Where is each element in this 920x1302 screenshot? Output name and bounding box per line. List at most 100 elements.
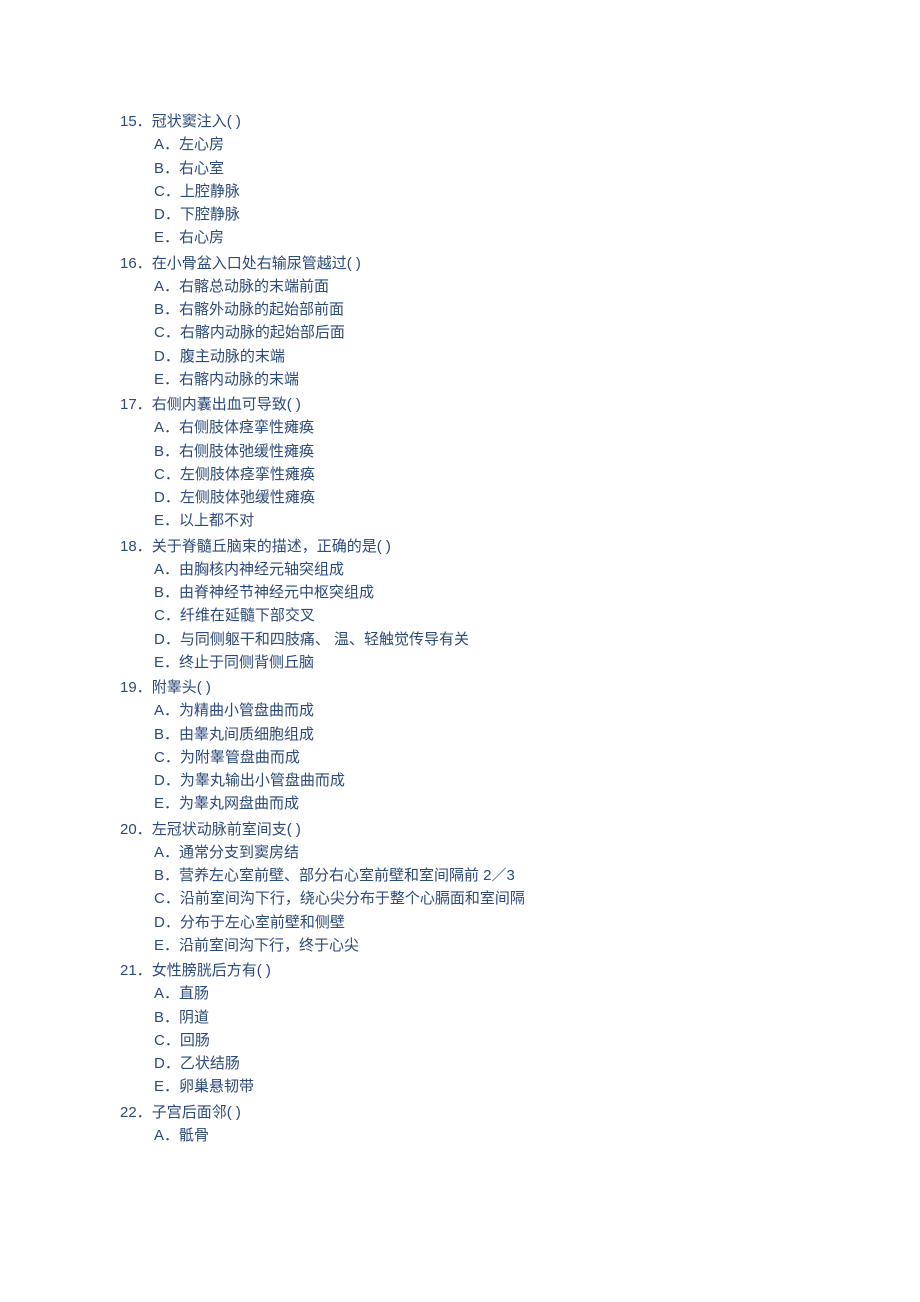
option-letter: E． — [154, 229, 179, 246]
option: A．左心房 — [154, 133, 920, 156]
option-text: 左心房 — [179, 136, 224, 153]
option-letter: D． — [154, 631, 180, 648]
question-stem: 18．关于脊髓丘脑束的描述，正确的是( ) — [120, 535, 920, 558]
option-text: 营养左心室前壁、部分右心室前壁和室间隔前 2／3 — [179, 867, 515, 884]
question-number: 15． — [120, 113, 152, 130]
option-letter: B． — [154, 1009, 179, 1026]
option-text: 为睾丸输出小管盘曲而成 — [180, 772, 345, 789]
option-text: 回肠 — [180, 1032, 210, 1049]
option-letter: E． — [154, 654, 179, 671]
option-letter: D． — [154, 772, 180, 789]
option: D．左侧肢体弛缓性瘫痪 — [154, 486, 920, 509]
question-number: 20． — [120, 821, 152, 838]
option: A．骶骨 — [154, 1124, 920, 1147]
exam-page: 15．冠状窦注入( )A．左心房B．右心室C．上腔静脉D．下腔静脉E．右心房16… — [0, 0, 920, 1302]
question-text: 在小骨盆入口处右输尿管越过( ) — [152, 255, 361, 272]
option-text: 阴道 — [179, 1009, 209, 1026]
question-text: 右侧内囊出血可导致( ) — [152, 396, 301, 413]
question-stem: 19．附睾头( ) — [120, 676, 920, 699]
option-text: 以上都不对 — [179, 512, 254, 529]
question: 17．右侧内囊出血可导致( )A．右侧肢体痉挛性瘫痪B．右侧肢体弛缓性瘫痪C．左… — [120, 393, 920, 533]
option-text: 右侧肢体痉挛性瘫痪 — [179, 419, 314, 436]
options-list: A．右髂总动脉的末端前面B．右髂外动脉的起始部前面C．右髂内动脉的起始部后面D．… — [120, 275, 920, 391]
options-list: A．左心房B．右心室C．上腔静脉D．下腔静脉E．右心房 — [120, 133, 920, 249]
question-number: 21． — [120, 962, 152, 979]
question: 16．在小骨盆入口处右输尿管越过( )A．右髂总动脉的末端前面B．右髂外动脉的起… — [120, 252, 920, 392]
option: A．右侧肢体痉挛性瘫痪 — [154, 416, 920, 439]
option-text: 右髂总动脉的末端前面 — [179, 278, 329, 295]
option: D．为睾丸输出小管盘曲而成 — [154, 769, 920, 792]
option: C．为附睾管盘曲而成 — [154, 746, 920, 769]
option: A．为精曲小管盘曲而成 — [154, 699, 920, 722]
option-text: 与同侧躯干和四肢痛、 温、轻触觉传导有关 — [180, 631, 469, 648]
option-letter: E． — [154, 795, 179, 812]
option-text: 分布于左心室前壁和侧壁 — [180, 914, 345, 931]
options-list: A．骶骨 — [120, 1124, 920, 1147]
question: 21．女性膀胱后方有( )A．直肠B．阴道C．回肠D．乙状结肠E．卵巢悬韧带 — [120, 959, 920, 1099]
question-number: 16． — [120, 255, 152, 272]
option: D．乙状结肠 — [154, 1052, 920, 1075]
option: A．通常分支到窦房结 — [154, 841, 920, 864]
question: 18．关于脊髓丘脑束的描述，正确的是( )A．由胸核内神经元轴突组成B．由脊神经… — [120, 535, 920, 675]
question-stem: 22．子宫后面邻( ) — [120, 1101, 920, 1124]
option: A．右髂总动脉的末端前面 — [154, 275, 920, 298]
options-list: A．右侧肢体痉挛性瘫痪B．右侧肢体弛缓性瘫痪C．左侧肢体痉挛性瘫痪D．左侧肢体弛… — [120, 416, 920, 532]
option-letter: D． — [154, 206, 180, 223]
option-letter: A． — [154, 844, 179, 861]
question-stem: 21．女性膀胱后方有( ) — [120, 959, 920, 982]
question-text: 冠状窦注入( ) — [152, 113, 241, 130]
option-letter: B． — [154, 867, 179, 884]
option-letter: B． — [154, 160, 179, 177]
option-letter: E． — [154, 512, 179, 529]
options-list: A．通常分支到窦房结B．营养左心室前壁、部分右心室前壁和室间隔前 2／3C．沿前… — [120, 841, 920, 957]
question-text: 女性膀胱后方有( ) — [152, 962, 271, 979]
question-text: 关于脊髓丘脑束的描述，正确的是( ) — [152, 538, 391, 555]
option-letter: C． — [154, 607, 180, 624]
option: B．由脊神经节神经元中枢突组成 — [154, 581, 920, 604]
option: B．营养左心室前壁、部分右心室前壁和室间隔前 2／3 — [154, 864, 920, 887]
options-list: A．为精曲小管盘曲而成B．由睾丸间质细胞组成C．为附睾管盘曲而成D．为睾丸输出小… — [120, 699, 920, 815]
option-text: 左侧肢体弛缓性瘫痪 — [180, 489, 315, 506]
option: B．右心室 — [154, 157, 920, 180]
option-letter: A． — [154, 419, 179, 436]
question: 20．左冠状动脉前室间支( )A．通常分支到窦房结B．营养左心室前壁、部分右心室… — [120, 818, 920, 958]
option-text: 右侧肢体弛缓性瘫痪 — [179, 443, 314, 460]
option-text: 下腔静脉 — [180, 206, 240, 223]
option: D．下腔静脉 — [154, 203, 920, 226]
option: E．为睾丸网盘曲而成 — [154, 792, 920, 815]
option-text: 由睾丸间质细胞组成 — [179, 726, 314, 743]
option-letter: A． — [154, 136, 179, 153]
option: D．与同侧躯干和四肢痛、 温、轻触觉传导有关 — [154, 628, 920, 651]
question-text: 子宫后面邻( ) — [152, 1104, 241, 1121]
option-letter: D． — [154, 348, 180, 365]
option-text: 上腔静脉 — [180, 183, 240, 200]
option: B．由睾丸间质细胞组成 — [154, 723, 920, 746]
option: C．上腔静脉 — [154, 180, 920, 203]
option-text: 为精曲小管盘曲而成 — [179, 702, 314, 719]
option-letter: D． — [154, 914, 180, 931]
question-stem: 17．右侧内囊出血可导致( ) — [120, 393, 920, 416]
option: B．右髂外动脉的起始部前面 — [154, 298, 920, 321]
option-text: 右髂内动脉的末端 — [179, 371, 299, 388]
option-text: 由胸核内神经元轴突组成 — [179, 561, 344, 578]
question-stem: 16．在小骨盆入口处右输尿管越过( ) — [120, 252, 920, 275]
option: E．终止于同侧背侧丘脑 — [154, 651, 920, 674]
options-list: A．由胸核内神经元轴突组成B．由脊神经节神经元中枢突组成C．纤维在延髓下部交叉D… — [120, 558, 920, 674]
option: C．回肠 — [154, 1029, 920, 1052]
question-stem: 20．左冠状动脉前室间支( ) — [120, 818, 920, 841]
question: 19．附睾头( )A．为精曲小管盘曲而成B．由睾丸间质细胞组成C．为附睾管盘曲而… — [120, 676, 920, 816]
option: D．分布于左心室前壁和侧壁 — [154, 911, 920, 934]
option-letter: B． — [154, 584, 179, 601]
option: E．卵巢悬韧带 — [154, 1075, 920, 1098]
option: E．右髂内动脉的末端 — [154, 368, 920, 391]
option: C．右髂内动脉的起始部后面 — [154, 321, 920, 344]
option-text: 右髂外动脉的起始部前面 — [179, 301, 344, 318]
option-letter: C． — [154, 324, 180, 341]
question-text: 左冠状动脉前室间支( ) — [152, 821, 301, 838]
option-letter: C． — [154, 183, 180, 200]
option: E．沿前室间沟下行，终于心尖 — [154, 934, 920, 957]
question-number: 22． — [120, 1104, 152, 1121]
option-text: 骶骨 — [179, 1127, 209, 1144]
option-text: 右髂内动脉的起始部后面 — [180, 324, 345, 341]
option: A．直肠 — [154, 982, 920, 1005]
